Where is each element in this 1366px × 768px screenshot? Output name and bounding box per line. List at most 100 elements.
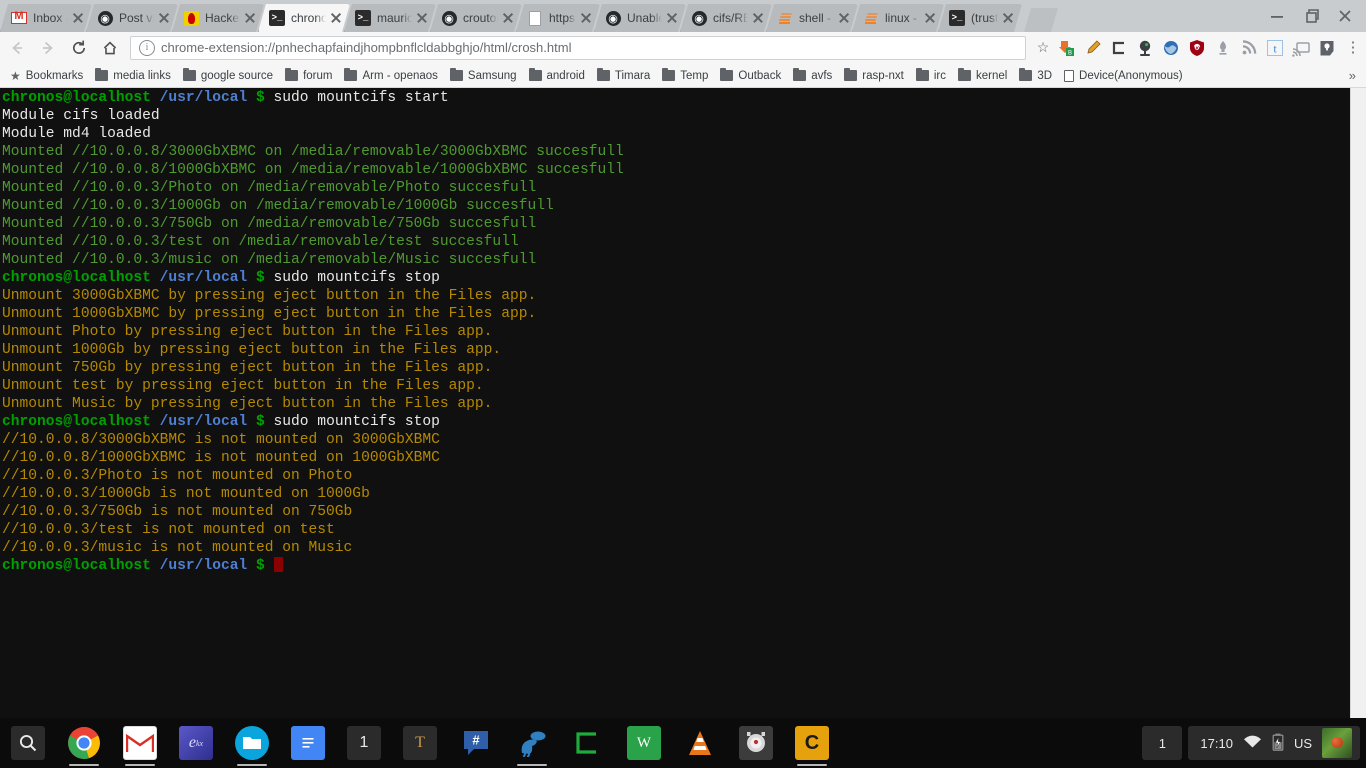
terminal-output-text: //10.0.0.3/750Gb is not mounted on 750Gb [2,504,353,520]
webcam-extension-icon[interactable] [1132,35,1158,61]
browser-tab[interactable]: >_ mauric [344,4,436,32]
browser-tab[interactable]: >_ (trusty) [938,4,1022,32]
close-tab-button[interactable] [500,10,516,26]
bookmark-item[interactable]: google source [177,66,279,86]
new-tab-button[interactable] [1024,8,1058,32]
reload-button[interactable] [65,34,93,62]
terminal-prompt-line: chronos@localhost /usr/local $ sudo moun… [2,413,1350,431]
bookmark-item[interactable]: ★ Bookmarks [4,66,89,86]
hashtag-chat-icon[interactable]: # [448,718,504,768]
tumblr-icon[interactable]: t [1262,35,1288,61]
close-tab-button[interactable] [750,10,766,26]
back-button[interactable] [3,34,31,62]
github-icon: ◉ [691,10,707,26]
crouton-icon[interactable]: C [784,718,840,768]
tray-window-count[interactable]: 1 [1142,726,1183,760]
close-tab-button[interactable] [70,10,86,26]
bookmark-item[interactable]: forum [279,66,338,86]
eyedropper-extension-icon[interactable] [1080,35,1106,61]
rss-feed-icon[interactable] [1236,35,1262,61]
tab-title: (trusty) [971,11,998,25]
site-info-icon[interactable]: i [139,39,155,56]
close-tab-button[interactable] [156,10,172,26]
close-tab-button[interactable] [1000,10,1016,26]
tray-status-area[interactable]: 17:10 US [1188,726,1360,760]
wps-writer-icon[interactable]: W [616,718,672,768]
workspace-1-icon[interactable]: 1 [336,718,392,768]
close-tab-button[interactable] [664,10,680,26]
prompt-user: chronos@localhost [2,414,151,430]
terminal-scrollbar[interactable] [1350,88,1366,718]
battery-charging-icon[interactable] [1272,733,1284,754]
texmaths-icon[interactable]: e kx [168,718,224,768]
bookmark-star-icon[interactable]: ☆ [1032,39,1054,56]
google-docs-icon[interactable] [280,718,336,768]
downloads-extension-icon[interactable]: B [1054,35,1080,61]
files-icon[interactable] [224,718,280,768]
close-tab-button[interactable] [414,10,430,26]
browser-tab[interactable]: shell - V [766,4,858,32]
keyboard-layout-label[interactable]: US [1294,736,1312,751]
bookmark-item[interactable]: 3D [1013,66,1058,86]
bookmark-item[interactable]: android [523,66,591,86]
close-tab-button[interactable] [578,10,594,26]
close-tab-button[interactable] [836,10,852,26]
browser-tab[interactable]: Inbox - [0,4,92,32]
bookmark-item[interactable]: irc [910,66,952,86]
close-tab-button[interactable] [922,10,938,26]
close-tab-button[interactable] [242,10,258,26]
terminal-output-line: Mounted //10.0.0.3/1000Gb on /media/remo… [2,197,1350,215]
minimize-window-button[interactable] [1260,1,1294,31]
close-tab-button[interactable] [328,10,344,26]
bookmark-item[interactable]: Outback [714,66,787,86]
crosh-terminal-icon[interactable] [560,718,616,768]
bookmark-item[interactable]: Temp [656,66,714,86]
restore-window-button[interactable] [1294,1,1328,31]
terminal-output-line: Unmount 1000Gb by pressing eject button … [2,341,1350,359]
url-text[interactable]: chrome-extension://pnhechapfaindjhompbnf… [161,40,1021,55]
browser-tab[interactable]: linux - E [852,4,944,32]
chrome-icon[interactable] [56,718,112,768]
chrome-menu-button[interactable]: ⋮ [1340,40,1366,55]
text-editor-icon[interactable]: T [392,718,448,768]
bookmark-item[interactable]: avfs [787,66,838,86]
globe-extension-icon[interactable] [1158,35,1184,61]
clipboard-extension-icon[interactable] [1106,35,1132,61]
bookmark-item[interactable]: kernel [952,66,1013,86]
bookmark-item[interactable]: Arm - openaos [338,66,443,86]
bookmark-item[interactable]: Samsung [444,66,523,86]
bookmark-label: Temp [680,69,709,82]
gnu-icon[interactable] [504,718,560,768]
address-bar[interactable]: i chrome-extension://pnhechapfaindjhompb… [130,35,1026,60]
cast-icon[interactable] [1288,35,1314,61]
keep-note-icon[interactable] [1314,35,1340,61]
bookmark-item[interactable]: rasp-nxt [838,66,910,86]
vlc-icon[interactable] [672,718,728,768]
ublock-origin-icon[interactable]: uo [1184,35,1210,61]
browser-tab[interactable]: ◉ Post v5 [86,4,178,32]
bookmarks-overflow-button[interactable]: » [1339,68,1366,83]
tray-clock[interactable]: 17:10 [1200,736,1233,751]
bookmark-item[interactable]: Timara [591,66,656,86]
browser-tab[interactable]: >_ chronos [258,4,350,32]
lamp-extension-icon[interactable] [1210,35,1236,61]
launcher-search-icon[interactable] [0,718,56,768]
wifi-icon[interactable] [1243,734,1262,752]
terminal-output-text: Unmount 1000GbXBMC by pressing eject but… [2,306,537,322]
home-button[interactable] [96,34,124,62]
gmail-icon[interactable] [112,718,168,768]
camera-icon[interactable] [728,718,784,768]
bookmark-item[interactable]: Device(Anonymous) [1058,66,1189,86]
avatar[interactable] [1322,728,1352,758]
crosh-terminal[interactable]: chronos@localhost /usr/local $ sudo moun… [0,88,1350,718]
close-window-button[interactable] [1328,1,1362,31]
browser-tab[interactable]: Hacker [172,4,264,32]
bookmark-item[interactable]: media links [89,66,177,86]
browser-tab[interactable]: ◉ Unable [594,4,686,32]
browser-tab[interactable]: https:/ [516,4,600,32]
browser-tab[interactable]: ◉ crouton [430,4,522,32]
browser-tab[interactable]: ◉ cifs/RE [680,4,772,32]
forward-button[interactable] [34,34,62,62]
folder-icon [793,67,807,81]
terminal-output-text: Mounted //10.0.0.3/Photo on /media/remov… [2,180,537,196]
